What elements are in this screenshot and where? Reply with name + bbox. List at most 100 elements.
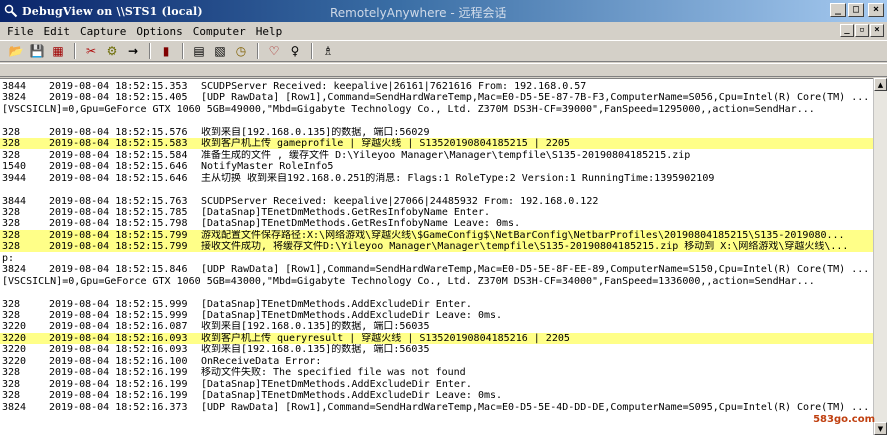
log-timestamp: 2019-08-04 18:52:15.799 [49, 230, 188, 241]
history-icon[interactable]: ▧ [210, 42, 230, 60]
log-message: [UDP RawData] [Row1],Command=SendHardWar… [201, 92, 870, 103]
log-timestamp: 2019-08-04 18:52:15.999 [49, 310, 188, 321]
scroll-down-arrow[interactable]: ▼ [874, 422, 887, 435]
clock-icon[interactable]: ◷ [231, 42, 251, 60]
window-title: DebugView on \\STS1 (local) [22, 4, 203, 18]
highlight-icon[interactable]: ♡ [264, 42, 284, 60]
log-timestamp: 2019-08-04 18:52:15.846 [49, 264, 188, 275]
menu-help[interactable]: Help [251, 25, 288, 38]
log-row[interactable]: 328 2019-08-04 18:52:15.999 [DataSnap]TEne… [0, 310, 873, 321]
log-row[interactable]: 3220 2019-08-04 18:52:16.093 收到来自[192.168.… [0, 344, 873, 355]
log-row[interactable]: 328 2019-08-04 18:52:15.799 游戏配置文件保存路径:X:\… [0, 230, 873, 241]
scroll-icon[interactable]: ▮ [156, 42, 176, 60]
log-message: [DataSnap]TEnetDmMethods.AddExcludeDir L… [201, 310, 503, 321]
menu-options[interactable]: Options [131, 25, 187, 38]
menu-capture[interactable]: Capture [75, 25, 131, 38]
log-row[interactable]: 328 2019-08-04 18:52:16.199 [DataSnap]TEne… [0, 390, 873, 401]
log-process-id: 3220 [2, 356, 27, 367]
log-row[interactable]: 3220 2019-08-04 18:52:16.093 收到客户机上传 query… [0, 333, 873, 344]
maximize-button[interactable]: □ [848, 3, 864, 17]
log-row[interactable]: 3844 2019-08-04 18:52:15.353 SCUDPServer R… [0, 81, 873, 92]
filter-icon[interactable]: ▤ [189, 42, 209, 60]
log-process-id: 3824 [2, 264, 27, 275]
log-blank-row[interactable] [0, 287, 873, 298]
log-process-id: 328 [2, 390, 21, 401]
log-row[interactable]: 328 2019-08-04 18:52:15.799 接收文件成功, 将缓存文件D… [0, 241, 873, 252]
log-process-id: 328 [2, 150, 21, 161]
toolbar-separator [149, 43, 151, 59]
log-row[interactable]: 3824 2019-08-04 18:52:15.846 [UDP RawData]… [0, 264, 873, 275]
pin-icon[interactable]: ♀ [285, 42, 305, 60]
log-row[interactable]: 328 2019-08-04 18:52:16.199 [DataSnap]TEne… [0, 379, 873, 390]
log-view[interactable]: 3844 2019-08-04 18:52:15.353 SCUDPServer R… [0, 78, 887, 435]
menu-computer[interactable]: Computer [188, 25, 251, 38]
log-row[interactable]: 3824 2019-08-04 18:52:15.405 [UDP RawData]… [0, 92, 873, 103]
log-timestamp: 2019-08-04 18:52:15.576 [49, 127, 188, 138]
log-process-id: 328 [2, 207, 21, 218]
find-tool-icon[interactable]: ✂ [81, 42, 101, 60]
log-continuation: p: [2, 253, 15, 264]
toolbar-separator [182, 43, 184, 59]
log-row[interactable]: 328 2019-08-04 18:52:15.785 [DataSnap]TEne… [0, 207, 873, 218]
log-row[interactable]: 328 2019-08-04 18:52:15.583 收到客户机上传 gamepr… [0, 138, 873, 149]
log-row[interactable]: 328 2019-08-04 18:52:15.576 收到来自[192.168.0… [0, 127, 873, 138]
log-timestamp: 2019-08-04 18:52:16.199 [49, 367, 188, 378]
capture-icon[interactable]: ⚙ [102, 42, 122, 60]
log-continuation: [VSCSICLN]=0,Gpu=GeForce GTX 1060 5GB=43… [2, 276, 815, 287]
log-timestamp: 2019-08-04 18:52:15.798 [49, 218, 188, 229]
log-row[interactable]: 3844 2019-08-04 18:52:15.763 SCUDPServer R… [0, 196, 873, 207]
log-timestamp: 2019-08-04 18:52:16.093 [49, 333, 188, 344]
menu-file[interactable]: File [2, 25, 39, 38]
log-timestamp: 2019-08-04 18:52:16.373 [49, 402, 188, 413]
menu-edit[interactable]: Edit [39, 25, 76, 38]
log-process-id: 328 [2, 230, 21, 241]
open-icon[interactable]: 📂 [6, 42, 26, 60]
log-message: [DataSnap]TEnetDmMethods.AddExcludeDir L… [201, 390, 503, 401]
toolbar-separator [311, 43, 313, 59]
log-timestamp: 2019-08-04 18:52:15.353 [49, 81, 188, 92]
column-header [0, 63, 887, 77]
child-restore-button[interactable]: ▫ [855, 24, 869, 37]
log-row[interactable]: p: [0, 253, 873, 264]
log-process-id: 328 [2, 299, 21, 310]
log-process-id: 3824 [2, 92, 27, 103]
close-button[interactable]: × [868, 3, 884, 17]
log-row[interactable]: 1540 2019-08-04 18:52:15.646 NotifyMaster … [0, 161, 873, 172]
scroll-up-arrow[interactable]: ▲ [874, 78, 887, 91]
log-row[interactable]: 328 2019-08-04 18:52:15.798 [DataSnap]TEne… [0, 218, 873, 229]
log-row[interactable]: 328 2019-08-04 18:52:15.584 准备生成的文件 , 缓存文件… [0, 150, 873, 161]
save-icon[interactable]: 💾 [27, 42, 47, 60]
log-timestamp: 2019-08-04 18:52:15.646 [49, 161, 188, 172]
log-row[interactable]: 3220 2019-08-04 18:52:16.100 OnReceiveData… [0, 356, 873, 367]
clear-icon[interactable]: ▦ [48, 42, 68, 60]
log-row[interactable]: [VSCSICLN]=0,Gpu=GeForce GTX 1060 5GB=43… [0, 276, 873, 287]
log-timestamp: 2019-08-04 18:52:15.405 [49, 92, 188, 103]
log-row[interactable]: [VSCSICLN]=0,Gpu=GeForce GTX 1060 5GB=49… [0, 104, 873, 115]
log-process-id: 3844 [2, 81, 27, 92]
log-process-id: 328 [2, 138, 21, 149]
log-row[interactable]: 328 2019-08-04 18:52:16.199 移动文件失败: The sp… [0, 367, 873, 378]
log-timestamp: 2019-08-04 18:52:15.785 [49, 207, 188, 218]
log-timestamp: 2019-08-04 18:52:16.100 [49, 356, 188, 367]
log-row[interactable]: 3824 2019-08-04 18:52:16.373 [UDP RawData]… [0, 402, 873, 413]
log-row[interactable]: 3944 2019-08-04 18:52:15.646 主从切换 收到来自192.… [0, 173, 873, 184]
log-process-id: 328 [2, 310, 21, 321]
remote-session-overlay: RemotelyAnywhere - 远程会话 [330, 6, 507, 20]
child-minimize-button[interactable]: _ [840, 24, 854, 37]
log-timestamp: 2019-08-04 18:52:15.799 [49, 241, 188, 252]
log-continuation: [VSCSICLN]=0,Gpu=GeForce GTX 1060 5GB=49… [2, 104, 815, 115]
binoculars-icon[interactable]: ♗ [318, 42, 338, 60]
log-message: 收到来自[192.168.0.135]的数据, 端口:56029 [201, 127, 430, 138]
child-close-button[interactable]: × [870, 24, 884, 37]
log-blank-row[interactable] [0, 184, 873, 195]
log-message: [DataSnap]TEnetDmMethods.GetResInfobyNam… [201, 207, 490, 218]
log-row[interactable]: 3220 2019-08-04 18:52:16.087 收到来自[192.168.… [0, 321, 873, 332]
minimize-button[interactable]: _ [830, 3, 846, 17]
log-blank-row[interactable] [0, 115, 873, 126]
log-message: 准备生成的文件 , 缓存文件 D:\Yileyoo Manager\Manage… [201, 150, 691, 161]
vertical-scrollbar[interactable]: ▲ ▼ [873, 78, 887, 435]
log-message: 收到客户机上传 queryresult | 穿越火线 | S1352019080… [201, 333, 570, 344]
arrow-icon[interactable]: → [123, 42, 143, 60]
log-timestamp: 2019-08-04 18:52:16.199 [49, 379, 188, 390]
log-row[interactable]: 328 2019-08-04 18:52:15.999 [DataSnap]TEne… [0, 299, 873, 310]
